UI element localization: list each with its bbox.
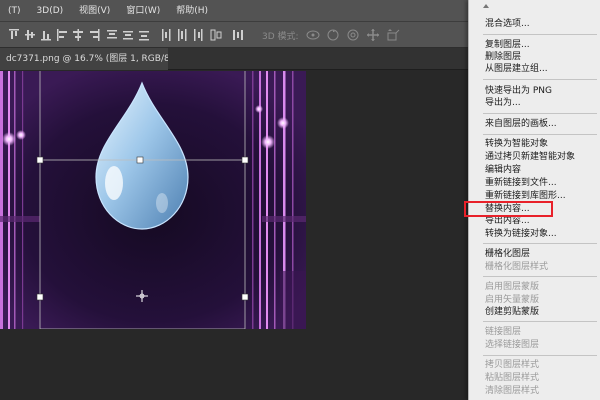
distribute-top-icon[interactable]	[106, 28, 118, 42]
align-hcenter-icon[interactable]	[72, 28, 84, 42]
menu-item-rasterize-layer-style: 栅格化图层样式	[485, 262, 549, 272]
document-canvas[interactable]	[0, 71, 306, 329]
menu-item-3d[interactable]: 3D(D)	[29, 0, 72, 22]
menu-item-relink-to-file[interactable]: 重新链接到文件...	[485, 178, 557, 189]
distribute-spacing-icon[interactable]	[232, 28, 244, 42]
document-tab-title: dc7371.png @ 16.7% (图层 1, RGB/8)	[6, 54, 168, 64]
scale-3d-icon[interactable]	[386, 28, 400, 42]
menu-item-window[interactable]: 窗口(W)	[118, 0, 168, 22]
menu-separator	[483, 134, 597, 135]
distribute-left-icon[interactable]	[160, 28, 172, 42]
menu-item-delete-layer[interactable]: 删除图层	[485, 52, 521, 63]
slide-3d-icon[interactable]	[366, 28, 380, 42]
align-top-icon[interactable]	[8, 28, 20, 42]
distribute-vcenter-icon[interactable]	[122, 28, 134, 42]
distribute-hcenter-icon[interactable]	[176, 28, 188, 42]
orbit-3d-icon[interactable]	[306, 28, 320, 42]
menu-separator	[483, 243, 597, 244]
align-bottom-icon[interactable]	[40, 28, 52, 42]
menu-item-export-contents[interactable]: 导出内容...	[485, 216, 530, 227]
menu-item-link-layers: 链接图层	[485, 327, 522, 337]
menu-item-paste-layer-style: 粘贴图层样式	[485, 373, 540, 383]
menu-item-copy-layer-style: 拷贝图层样式	[485, 360, 540, 370]
3d-mode-label: 3D 模式:	[262, 32, 299, 42]
menu-item-edit-contents[interactable]: 编辑内容	[485, 165, 521, 176]
menu-item-duplicate-layer[interactable]: 复制图层...	[485, 40, 530, 51]
menu-item-convert-to-linked[interactable]: 转换为链接对象...	[485, 229, 557, 240]
menu-item-help[interactable]: 帮助(H)	[168, 0, 216, 22]
menu-item-select-linked-layers: 选择链接图层	[485, 340, 540, 350]
artwork-image	[0, 71, 306, 329]
menu-item-relink-to-library-graphic[interactable]: 重新链接到库图形...	[485, 191, 566, 202]
distribute-bottom-icon[interactable]	[138, 28, 150, 42]
menu-separator	[483, 34, 597, 35]
roll-3d-icon[interactable]	[326, 28, 340, 42]
menu-separator	[483, 113, 597, 114]
layer-context-menu: 混合选项... 复制图层... 删除图层 从图层建立组... 快速导出为 PNG…	[468, 0, 600, 400]
menu-item-view[interactable]: 视图(V)	[71, 0, 118, 22]
menu-item-convert-to-smart-object[interactable]: 转换为智能对象	[485, 139, 548, 150]
menu-item-artboard-from-layers[interactable]: 来自图层的画板...	[485, 119, 557, 130]
auto-align-icon[interactable]	[210, 28, 222, 42]
menu-item-new-smart-object-via-copy[interactable]: 通过拷贝新建智能对象	[485, 152, 575, 163]
menu-item-rasterize-layer[interactable]: 栅格化图层	[485, 249, 530, 260]
align-left-icon[interactable]	[56, 28, 68, 42]
menu-item-export-as[interactable]: 导出为...	[485, 98, 521, 109]
menu-item-clear-layer-style: 清除图层样式	[485, 386, 540, 396]
scroll-up-arrow-icon[interactable]	[483, 4, 489, 8]
menu-item-replace-contents[interactable]: 替换内容...	[485, 204, 530, 215]
menu-item-quick-export-png[interactable]: 快速导出为 PNG	[485, 86, 552, 97]
menu-separator	[483, 276, 597, 277]
menu-item-create-clipping-mask[interactable]: 创建剪贴蒙版	[485, 307, 539, 318]
menu-item-group-from-layers[interactable]: 从图层建立组...	[485, 64, 548, 75]
document-tab[interactable]: dc7371.png @ 16.7% (图层 1, RGB/8) ×	[0, 48, 168, 70]
menu-separator	[483, 355, 597, 356]
menu-separator	[483, 79, 597, 80]
menu-item-type[interactable]: (T)	[0, 0, 29, 22]
menu-item-enable-layer-mask: 启用图层蒙版	[485, 282, 540, 292]
align-right-icon[interactable]	[88, 28, 100, 42]
menu-separator	[483, 321, 597, 322]
align-vcenter-icon[interactable]	[24, 28, 36, 42]
distribute-right-icon[interactable]	[192, 28, 204, 42]
menu-item-blending-options[interactable]: 混合选项...	[485, 19, 530, 30]
menu-item-enable-vector-mask: 启用矢量蒙版	[485, 295, 540, 305]
pan-3d-icon[interactable]	[346, 28, 360, 42]
